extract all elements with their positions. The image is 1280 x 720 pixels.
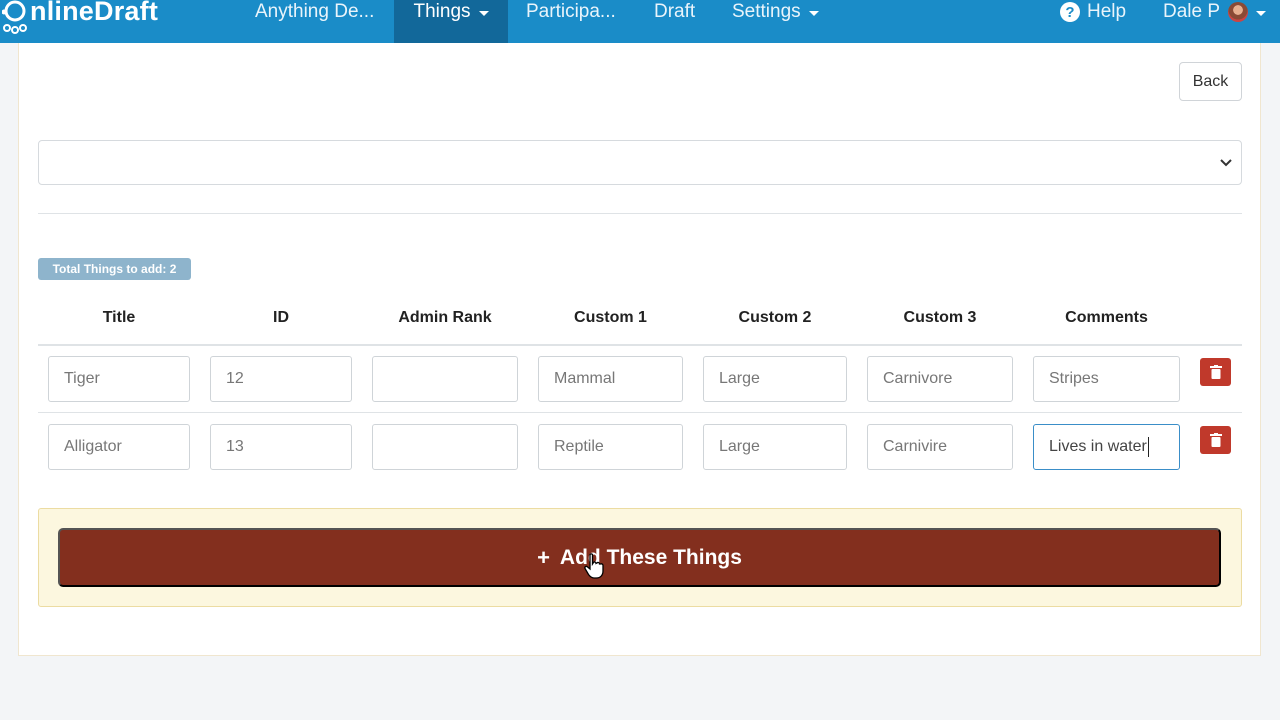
nav-help-label: Help bbox=[1087, 1, 1127, 22]
divider bbox=[38, 213, 1242, 214]
custom-2-input[interactable]: Large bbox=[703, 424, 847, 470]
total-things-badge: Total Things to add: 2 bbox=[38, 258, 191, 280]
table-header-border bbox=[38, 344, 1242, 346]
nav-participants[interactable]: Participa... bbox=[526, 0, 616, 43]
plus-icon: + bbox=[537, 544, 550, 570]
question-icon: ? bbox=[1060, 2, 1080, 22]
header-custom-1: Custom 1 bbox=[574, 309, 647, 326]
nav-settings-label: Settings bbox=[732, 1, 801, 22]
nav-help[interactable]: ? Help bbox=[1060, 0, 1126, 43]
top-navbar: nlineDraft Anything De... Things Partici… bbox=[0, 0, 1280, 43]
comments-input[interactable]: Stripes bbox=[1033, 356, 1180, 402]
comments-input[interactable]: Lives in water bbox=[1033, 424, 1180, 470]
custom-3-input[interactable]: Carnivire bbox=[867, 424, 1013, 470]
chevron-down-icon bbox=[478, 11, 489, 16]
nav-anything-draft-label: Anything De... bbox=[255, 1, 375, 22]
title-input[interactable]: Alligator bbox=[48, 424, 190, 470]
custom-2-input[interactable]: Large bbox=[703, 356, 847, 402]
category-select[interactable] bbox=[38, 140, 1242, 185]
nav-draft-label: Draft bbox=[654, 1, 696, 22]
page-scrollbar[interactable] bbox=[1261, 43, 1280, 720]
chevron-down-icon bbox=[1220, 159, 1232, 167]
nav-things-label: Things bbox=[413, 1, 471, 22]
nav-draft[interactable]: Draft bbox=[654, 0, 695, 43]
custom-1-input[interactable]: Mammal bbox=[538, 356, 683, 402]
pointer-hand-icon bbox=[584, 553, 604, 579]
text-cursor bbox=[1147, 437, 1149, 457]
add-these-things-button[interactable]: + Add These Things bbox=[58, 528, 1221, 587]
custom-1-input[interactable]: Reptile bbox=[538, 424, 683, 470]
header-admin-rank: Admin Rank bbox=[398, 309, 492, 326]
back-button[interactable]: Back bbox=[1179, 62, 1242, 101]
delete-row-button[interactable] bbox=[1200, 426, 1231, 454]
brand-logo-link[interactable]: nlineDraft bbox=[0, 0, 200, 43]
trash-icon bbox=[1209, 433, 1222, 447]
nav-participants-label: Participa... bbox=[526, 1, 616, 22]
delete-row-button[interactable] bbox=[1200, 358, 1231, 386]
admin-rank-input[interactable] bbox=[372, 424, 518, 470]
nav-things[interactable]: Things bbox=[394, 0, 508, 43]
nav-settings[interactable]: Settings bbox=[732, 0, 819, 43]
avatar bbox=[1228, 2, 1249, 22]
admin-rank-input[interactable] bbox=[372, 356, 518, 402]
comments-input-value: Lives in water bbox=[1049, 438, 1147, 455]
nav-anything-draft[interactable]: Anything De... bbox=[255, 0, 374, 43]
custom-3-input[interactable]: Carnivore bbox=[867, 356, 1013, 402]
nav-user-menu[interactable]: Dale P bbox=[1163, 0, 1267, 43]
brand-name: nlineDraft bbox=[30, 0, 159, 26]
header-id: ID bbox=[273, 309, 289, 326]
onlinedraft-logo-icon bbox=[2, 0, 27, 34]
header-title: Title bbox=[102, 309, 136, 326]
user-name: Dale P bbox=[1163, 1, 1221, 22]
chevron-down-icon bbox=[808, 11, 819, 16]
header-comments: Comments bbox=[1065, 309, 1148, 326]
chevron-down-icon bbox=[1256, 11, 1267, 16]
header-custom-2: Custom 2 bbox=[738, 309, 812, 326]
header-custom-3: Custom 3 bbox=[903, 309, 977, 326]
id-input[interactable]: 13 bbox=[210, 424, 352, 470]
table-row-border bbox=[38, 412, 1242, 413]
title-input[interactable]: Tiger bbox=[48, 356, 190, 402]
trash-icon bbox=[1209, 365, 1222, 379]
id-input[interactable]: 12 bbox=[210, 356, 352, 402]
